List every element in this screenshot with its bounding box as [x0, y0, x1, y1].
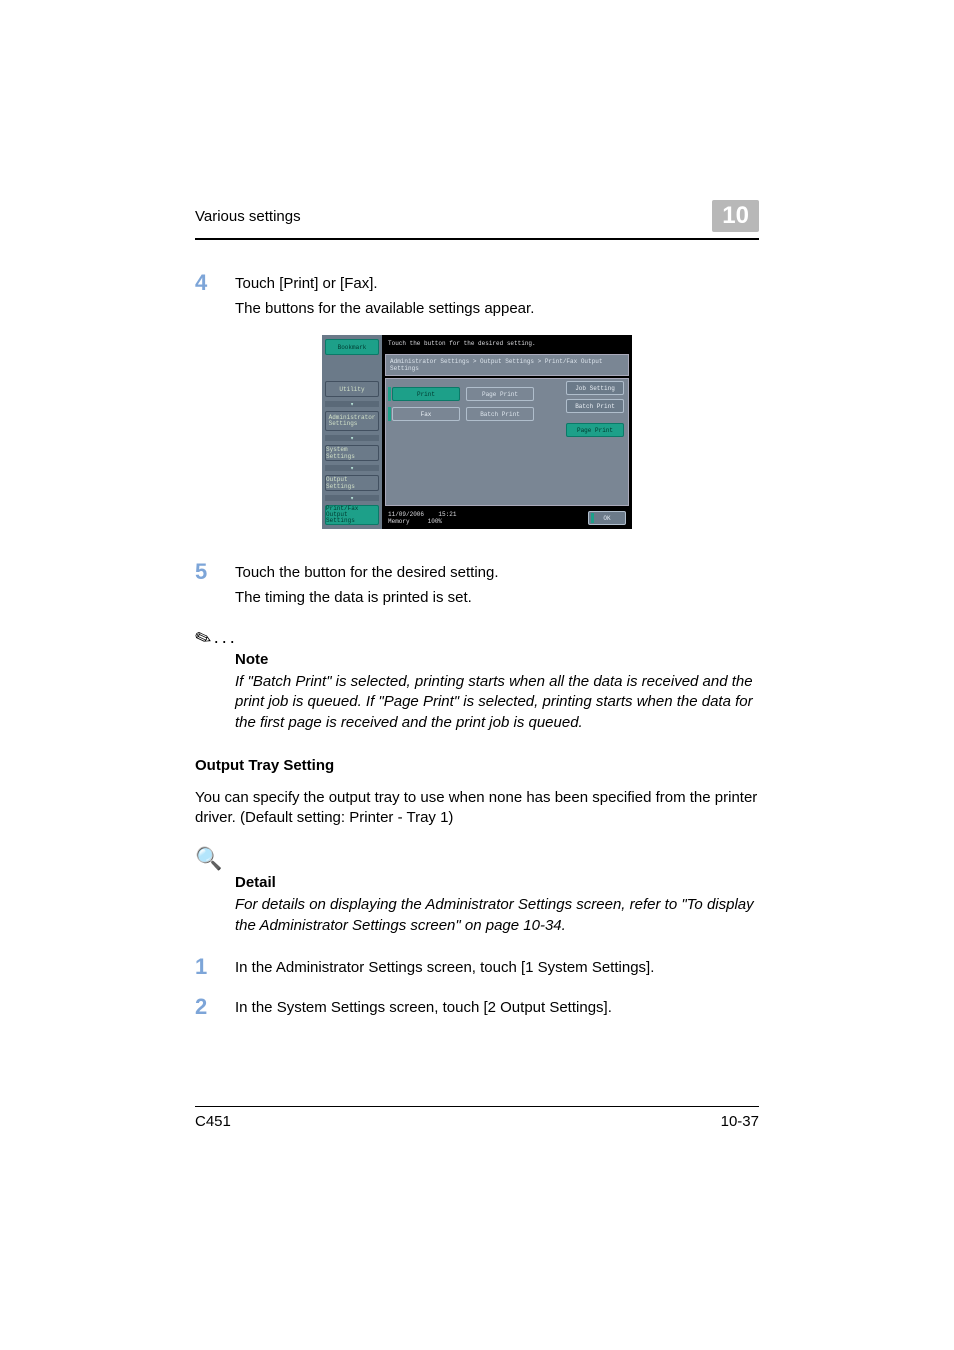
chevron-down-icon: ▾	[325, 401, 379, 407]
magnifier-icon: 🔍	[195, 846, 222, 872]
step-5: 5 Touch the button for the desired setti…	[195, 559, 759, 585]
step-text: In the Administrator Settings screen, to…	[235, 954, 759, 980]
bookmark-button[interactable]: Bookmark	[325, 339, 379, 355]
step-1: 1 In the Administrator Settings screen, …	[195, 954, 759, 980]
chevron-down-icon: ▾	[325, 495, 379, 501]
print-button[interactable]: Print	[392, 387, 460, 401]
step-2: 2 In the System Settings screen, touch […	[195, 994, 759, 1020]
step-text: Touch [Print] or [Fax].	[235, 270, 759, 296]
step-number: 2	[195, 994, 235, 1020]
job-setting-button[interactable]: Job Setting	[566, 381, 624, 395]
chevron-down-icon: ▾	[325, 435, 379, 441]
ellipsis-icon: ...	[214, 627, 238, 647]
screenshot-footer: 11/09/2006 15:21 Memory 100% OK	[382, 509, 632, 529]
page-header: Various settings 10	[195, 200, 759, 232]
header-rule	[195, 238, 759, 240]
section-title: Various settings	[195, 208, 301, 225]
page-number: 10-37	[721, 1113, 759, 1130]
screenshot-body: Print Page Print Fax Batch Print Job Set…	[385, 378, 629, 506]
note-body: If "Batch Print" is selected, printing s…	[235, 672, 759, 733]
sidebar-item-utility[interactable]: Utility	[325, 381, 379, 397]
page-print-button[interactable]: Page Print	[566, 423, 624, 437]
footer-memory-label: Memory	[388, 518, 410, 525]
batch-print-button[interactable]: Batch Print	[566, 399, 624, 413]
step-text: Touch the button for the desired setting…	[235, 559, 759, 585]
printer-settings-screenshot: Bookmark Utility ▾ Administrator Setting…	[322, 335, 632, 529]
step-number: 1	[195, 954, 235, 980]
footer-rule	[195, 1106, 759, 1107]
page-footer: C451 10-37	[195, 1106, 759, 1130]
step-4: 4 Touch [Print] or [Fax].	[195, 270, 759, 296]
fax-button[interactable]: Fax	[392, 407, 460, 421]
detail-block: 🔍 Detail For details on displaying the A…	[195, 846, 759, 936]
page-print-value: Page Print	[466, 387, 534, 401]
step-number: 4	[195, 270, 235, 296]
detail-label: Detail	[235, 874, 759, 891]
sidebar-item-system-settings[interactable]: System Settings	[325, 445, 379, 461]
pen-icon: ✎	[191, 624, 215, 653]
sidebar-item-output-settings[interactable]: Output Settings	[325, 475, 379, 491]
instruction-text: Touch the button for the desired setting…	[382, 335, 632, 352]
screenshot-sidebar: Bookmark Utility ▾ Administrator Setting…	[322, 335, 382, 529]
step-subtext: The buttons for the available settings a…	[235, 300, 759, 317]
note-block: ✎... Note If "Batch Print" is selected, …	[195, 626, 759, 733]
output-tray-paragraph: You can specify the output tray to use w…	[195, 788, 759, 829]
note-label: Note	[235, 651, 759, 668]
footer-date: 11/09/2006	[388, 511, 424, 518]
ok-button[interactable]: OK	[588, 511, 626, 525]
footer-memory-value: 100%	[428, 518, 442, 525]
breadcrumb: Administrator Settings > Output Settings…	[385, 354, 629, 376]
document-page: Various settings 10 4 Touch [Print] or […	[0, 0, 954, 1350]
step-text: In the System Settings screen, touch [2 …	[235, 994, 759, 1020]
chevron-down-icon: ▾	[325, 465, 379, 471]
sidebar-item-admin-settings[interactable]: Administrator Settings	[325, 411, 379, 431]
footer-time: 15:21	[438, 511, 456, 518]
batch-print-value: Batch Print	[466, 407, 534, 421]
detail-body: For details on displaying the Administra…	[235, 895, 759, 936]
model-number: C451	[195, 1113, 231, 1130]
sidebar-item-printfax-output[interactable]: Print/Fax Output Settings	[325, 505, 379, 525]
step-subtext: The timing the data is printed is set.	[235, 589, 759, 606]
step-number: 5	[195, 559, 235, 585]
chapter-number-badge: 10	[712, 200, 759, 232]
output-tray-heading: Output Tray Setting	[195, 757, 759, 774]
